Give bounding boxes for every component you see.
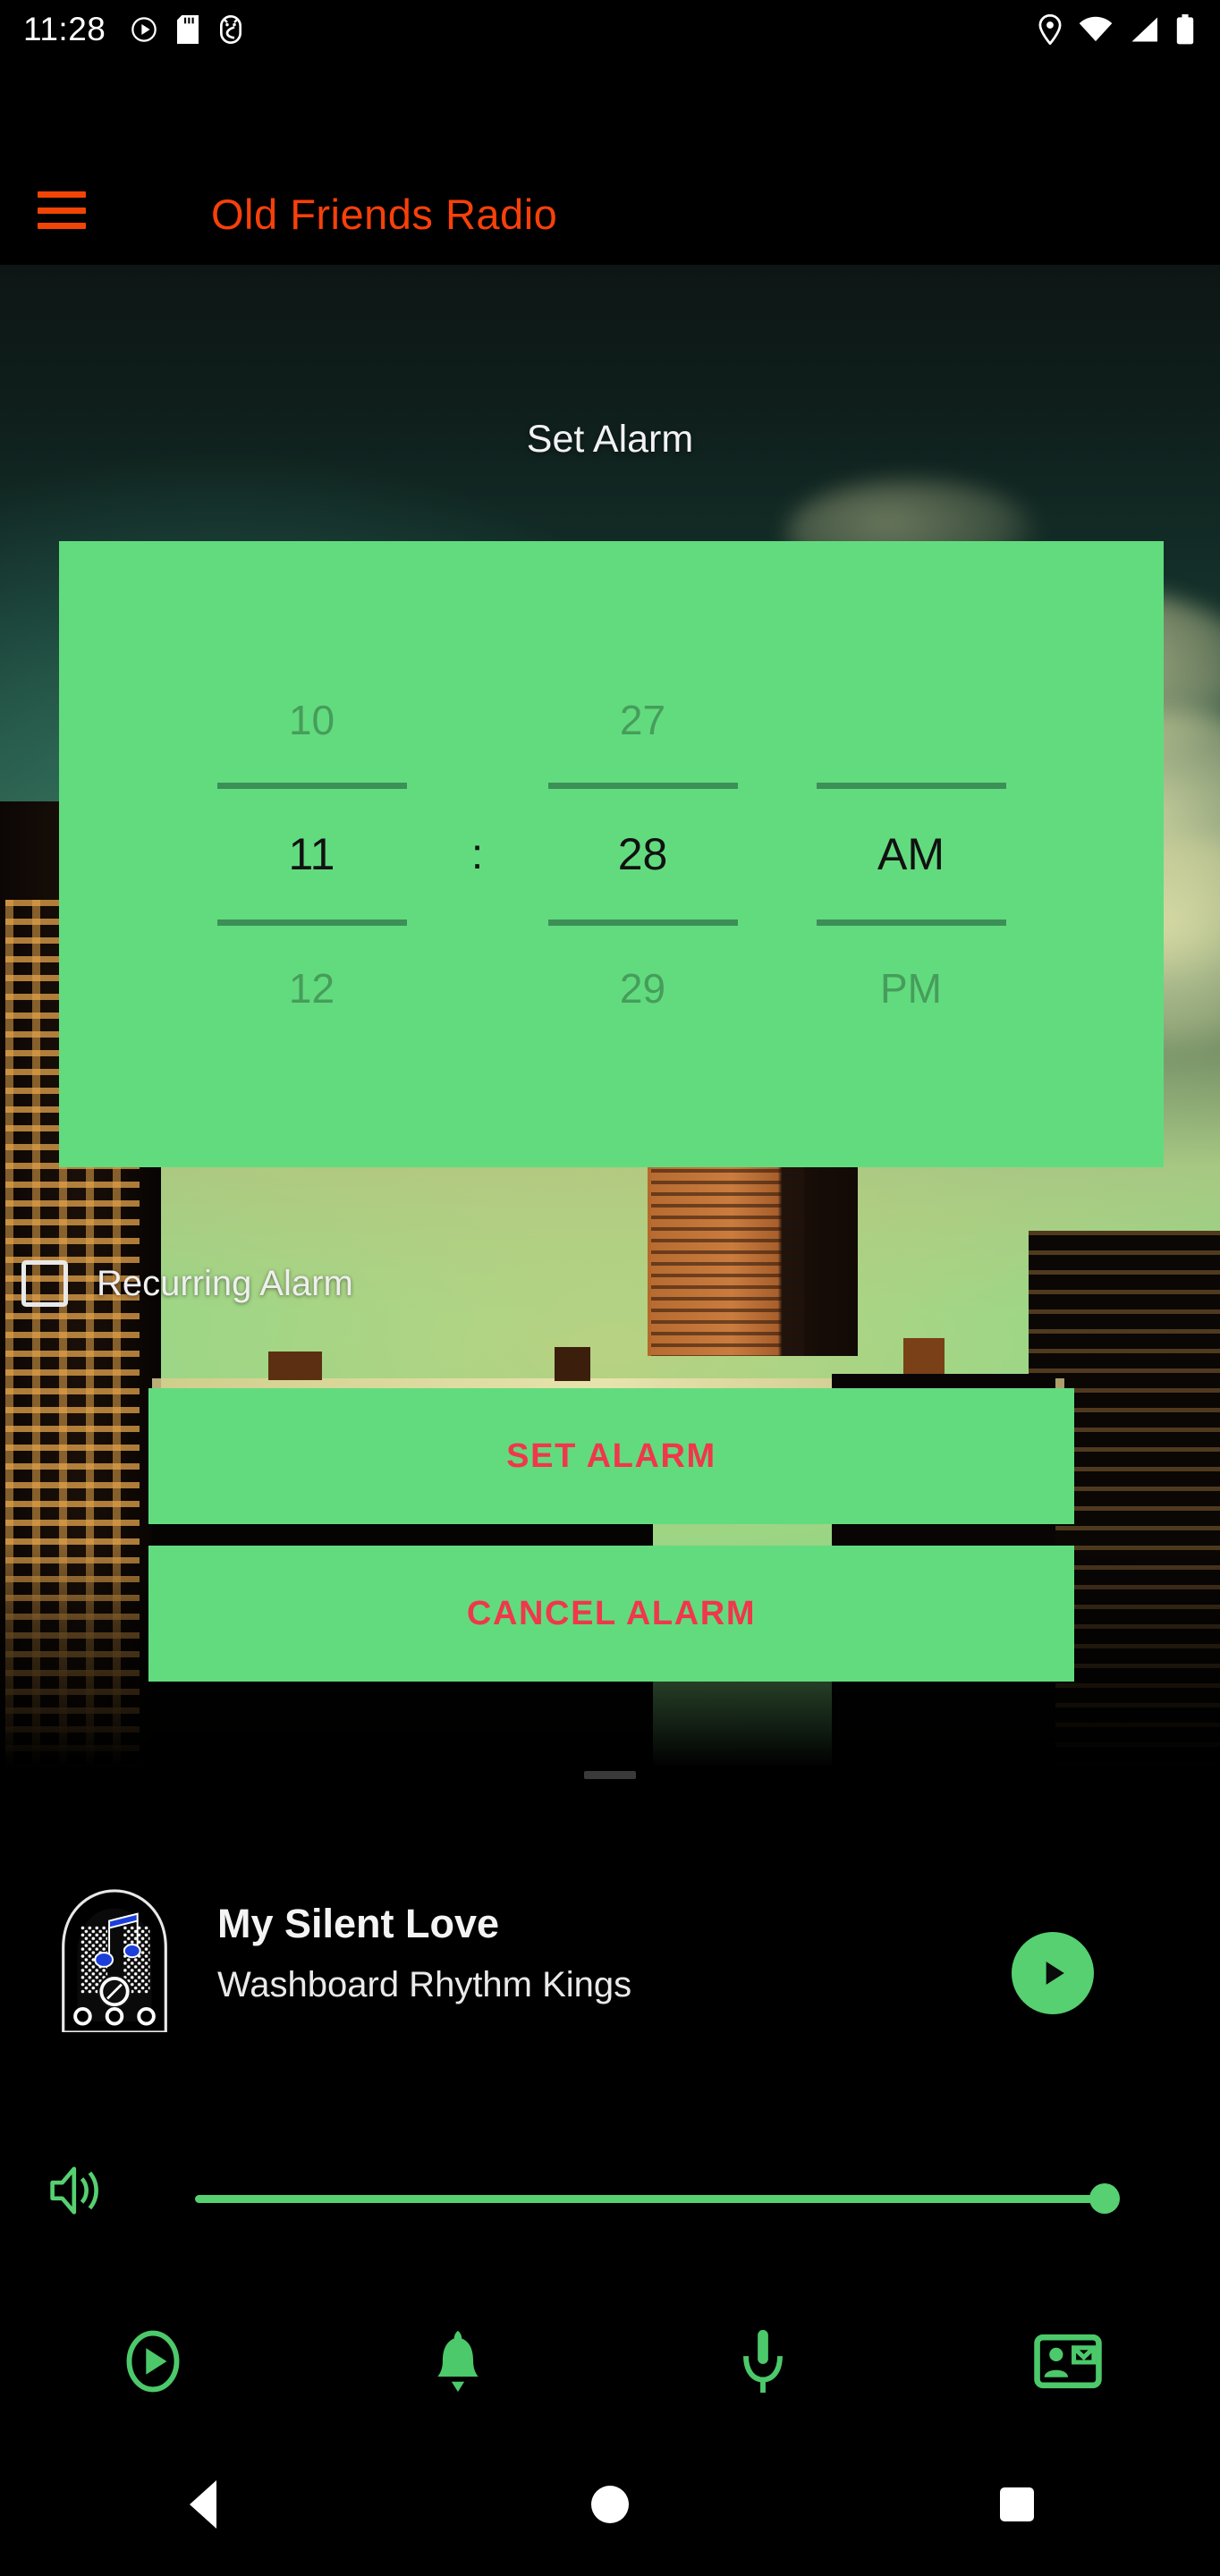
status-bar-right-icons — [1038, 14, 1195, 45]
time-separator-column: : — [446, 684, 509, 1024]
sd-card-icon — [177, 15, 199, 44]
nav-item-microphone[interactable] — [610, 2290, 915, 2433]
minute-prev[interactable]: 27 — [620, 684, 665, 756]
speaker-volume-icon[interactable] — [47, 2163, 106, 2218]
cell-signal-icon — [1131, 17, 1157, 42]
system-navigation-bar — [0, 2433, 1220, 2576]
now-playing-title: My Silent Love — [217, 1901, 500, 1946]
bottom-navigation — [0, 2290, 1220, 2433]
cancel-alarm-button[interactable]: CANCEL ALARM — [148, 1546, 1074, 1682]
volume-slider-thumb[interactable] — [1089, 2183, 1120, 2214]
app-title: Old Friends Radio — [211, 191, 558, 238]
status-bar-left-icons — [130, 15, 244, 44]
recurring-alarm-label: Recurring Alarm — [97, 1263, 353, 1303]
app-screen: Set Alarm 10 11 12 : 27 28 29 AM PM Recu… — [0, 0, 1220, 2576]
time-separator: : — [470, 830, 484, 878]
meridiem-next[interactable]: PM — [880, 953, 942, 1024]
minute-rule-top — [547, 783, 738, 789]
minute-next[interactable]: 29 — [620, 953, 665, 1024]
play-circle-outline-icon — [126, 2330, 179, 2393]
system-recents-button[interactable] — [813, 2487, 1220, 2521]
minute-rule-bottom — [547, 919, 738, 926]
minute-column[interactable]: 27 28 29 — [509, 684, 777, 1024]
status-bar-clock: 11:28 — [23, 11, 106, 47]
hour-rule-top — [216, 783, 407, 789]
page-title: Set Alarm — [526, 418, 694, 461]
bell-icon — [436, 2330, 479, 2393]
nav-item-alarm[interactable] — [305, 2290, 610, 2433]
hour-prev[interactable]: 10 — [289, 684, 335, 756]
battery-icon — [1176, 14, 1194, 45]
play-circle-icon — [131, 17, 157, 42]
home-circle-icon — [591, 2486, 629, 2523]
android-debug-icon — [220, 15, 242, 44]
nav-item-player[interactable] — [0, 2290, 305, 2433]
minute-selected[interactable]: 28 — [618, 816, 668, 893]
vintage-radio-icon — [55, 1887, 174, 2032]
system-back-button[interactable] — [0, 2480, 407, 2529]
recurring-alarm-row[interactable]: Recurring Alarm — [0, 1243, 1220, 1324]
hour-column[interactable]: 10 11 12 — [178, 684, 446, 1024]
volume-slider-track[interactable] — [195, 2195, 1114, 2203]
play-pause-button[interactable] — [1012, 1932, 1094, 2014]
nav-item-contact[interactable] — [915, 2290, 1220, 2433]
hour-rule-bottom — [216, 919, 407, 926]
back-triangle-icon — [190, 2480, 217, 2529]
play-icon — [1046, 1962, 1064, 1985]
volume-row — [0, 2138, 1220, 2245]
status-bar: 11:28 — [0, 0, 1220, 59]
now-playing-artist: Washboard Rhythm Kings — [217, 1965, 632, 2004]
meridiem-selected[interactable]: AM — [877, 816, 945, 893]
bottom-sheet-drag-handle[interactable] — [0, 1764, 1220, 1785]
microphone-icon — [742, 2329, 783, 2394]
app-bar: Old Friends Radio — [0, 59, 1220, 265]
wifi-icon — [1079, 16, 1113, 42]
hour-selected[interactable]: 11 — [289, 816, 335, 893]
recents-square-icon — [999, 2487, 1034, 2521]
meridiem-column[interactable]: AM PM — [777, 684, 1046, 1024]
set-alarm-button[interactable]: SET ALARM — [148, 1388, 1074, 1524]
meridiem-rule-bottom — [816, 919, 1006, 926]
hour-next[interactable]: 12 — [289, 953, 335, 1024]
system-home-button[interactable] — [407, 2486, 814, 2523]
time-picker[interactable]: 10 11 12 : 27 28 29 AM PM — [59, 541, 1164, 1167]
recurring-alarm-checkbox[interactable] — [21, 1260, 68, 1307]
hamburger-menu-icon[interactable] — [38, 191, 86, 229]
location-pin-icon — [1038, 14, 1062, 45]
meridiem-rule-top — [816, 783, 1006, 789]
contact-card-icon — [1033, 2334, 1102, 2389]
